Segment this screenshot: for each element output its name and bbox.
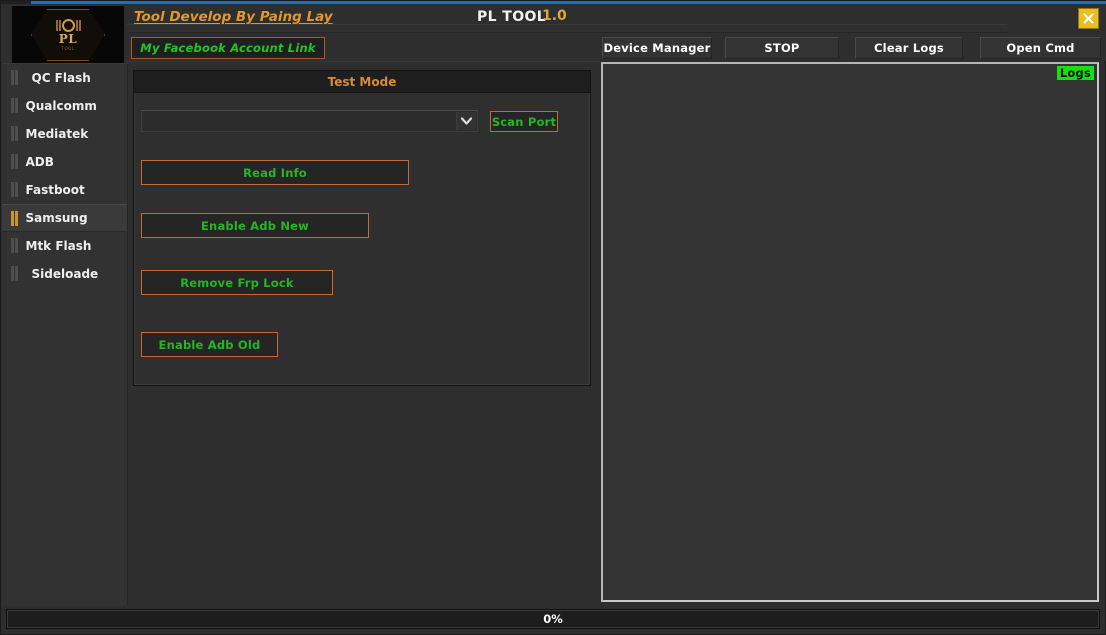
sidebar-item-label: QC Flash bbox=[31, 70, 91, 85]
logo-hexagon-icon: PL TOOL bbox=[31, 9, 105, 61]
enable-adb-new-button[interactable]: Enable Adb New bbox=[141, 213, 369, 238]
sidebar-item-label: Mediatek bbox=[25, 126, 89, 141]
logo-bar-right2 bbox=[75, 20, 78, 31]
remove-frp-lock-button[interactable]: Remove Frp Lock bbox=[141, 270, 333, 295]
app-title: PL TOOL bbox=[477, 9, 547, 25]
port-select[interactable] bbox=[141, 110, 478, 132]
sidebar-indicator-icon bbox=[11, 126, 18, 141]
enable-adb-old-button[interactable]: Enable Adb Old bbox=[141, 332, 278, 357]
logo-bar-left2 bbox=[58, 20, 61, 31]
stop-button[interactable]: STOP bbox=[725, 37, 839, 59]
sidebar-item-mtk-flash[interactable]: Mtk Flash bbox=[2, 232, 127, 260]
scan-port-label: Scan Port bbox=[491, 114, 557, 129]
app-version: 1.0 bbox=[542, 8, 567, 24]
test-mode-panel-header: Test Mode bbox=[134, 71, 590, 93]
sidebar-indicator-active-icon bbox=[11, 210, 18, 226]
device-manager-button[interactable]: Device Manager bbox=[602, 37, 712, 59]
sidebar-item-label: Samsung bbox=[25, 211, 88, 225]
logs-area: Logs bbox=[599, 61, 1101, 603]
enable-adb-new-label: Enable Adb New bbox=[201, 218, 309, 233]
remove-frp-lock-label: Remove Frp Lock bbox=[180, 275, 294, 290]
clear-logs-button[interactable]: Clear Logs bbox=[855, 37, 963, 59]
logs-badge: Logs bbox=[1056, 66, 1094, 80]
sidebar-item-fastboot[interactable]: Fastboot bbox=[2, 176, 127, 204]
progress-bar-label: 0% bbox=[543, 612, 563, 626]
header-divider bbox=[127, 24, 1007, 33]
sidebar-item-samsung[interactable]: Samsung bbox=[2, 204, 127, 232]
logo-text: PL bbox=[58, 32, 78, 46]
sidebar-item-label: Fastboot bbox=[25, 182, 85, 197]
sidebar: QC Flash Qualcomm Mediatek ADB Fastboot … bbox=[2, 63, 128, 606]
sidebar-indicator-icon bbox=[11, 182, 18, 197]
sidebar-indicator-icon bbox=[11, 238, 18, 253]
sidebar-item-label: Sideloade bbox=[31, 266, 99, 281]
open-cmd-button[interactable]: Open Cmd bbox=[980, 37, 1101, 59]
sidebar-item-label: Mtk Flash bbox=[25, 238, 92, 253]
sidebar-item-mediatek[interactable]: Mediatek bbox=[2, 120, 127, 148]
sidebar-indicator-icon bbox=[11, 98, 18, 113]
developer-credit-link[interactable]: Tool Develop By Paing Lay bbox=[134, 9, 333, 25]
test-mode-panel: Test Mode Scan Port Read Info Enable Adb… bbox=[133, 70, 591, 386]
scan-port-button[interactable]: Scan Port bbox=[490, 111, 558, 132]
logo-subtext: TOOL bbox=[61, 46, 75, 51]
enable-adb-old-label: Enable Adb Old bbox=[158, 337, 261, 352]
sidebar-item-qualcomm[interactable]: Qualcomm bbox=[2, 92, 127, 120]
progress-bar: 0% bbox=[6, 609, 1100, 629]
panel-title: Test Mode bbox=[327, 74, 397, 89]
sidebar-item-sideloade[interactable]: Sideloade bbox=[2, 260, 127, 288]
app-header: PL TOOL Tool Develop By Paing Lay PL TOO… bbox=[1, 4, 1106, 64]
sidebar-item-label: ADB bbox=[25, 154, 54, 169]
sidebar-item-qc-flash[interactable]: QC Flash bbox=[2, 64, 127, 92]
logo-gear-row bbox=[55, 19, 81, 32]
close-icon bbox=[1083, 13, 1094, 24]
sidebar-item-adb[interactable]: ADB bbox=[2, 148, 127, 176]
facebook-account-link-button[interactable]: My Facebook Account Link bbox=[131, 37, 325, 59]
facebook-account-link-label: My Facebook Account Link bbox=[140, 41, 316, 55]
app-logo: PL TOOL bbox=[12, 6, 124, 64]
sidebar-indicator-icon bbox=[11, 154, 18, 169]
app-window: PL TOOL Tool Develop By Paing Lay PL TOO… bbox=[0, 0, 1106, 635]
sidebar-indicator-icon bbox=[11, 70, 18, 85]
logo-bar-left bbox=[55, 20, 58, 31]
read-info-button[interactable]: Read Info bbox=[141, 160, 409, 185]
logo-bar-right bbox=[78, 20, 81, 31]
sidebar-item-label: Qualcomm bbox=[25, 98, 97, 113]
read-info-label: Read Info bbox=[243, 165, 307, 180]
gear-icon bbox=[61, 19, 75, 32]
logs-output[interactable]: Logs bbox=[601, 62, 1099, 602]
chevron-down-icon[interactable] bbox=[456, 112, 476, 130]
close-button[interactable] bbox=[1078, 8, 1099, 29]
sidebar-indicator-icon bbox=[11, 266, 18, 281]
